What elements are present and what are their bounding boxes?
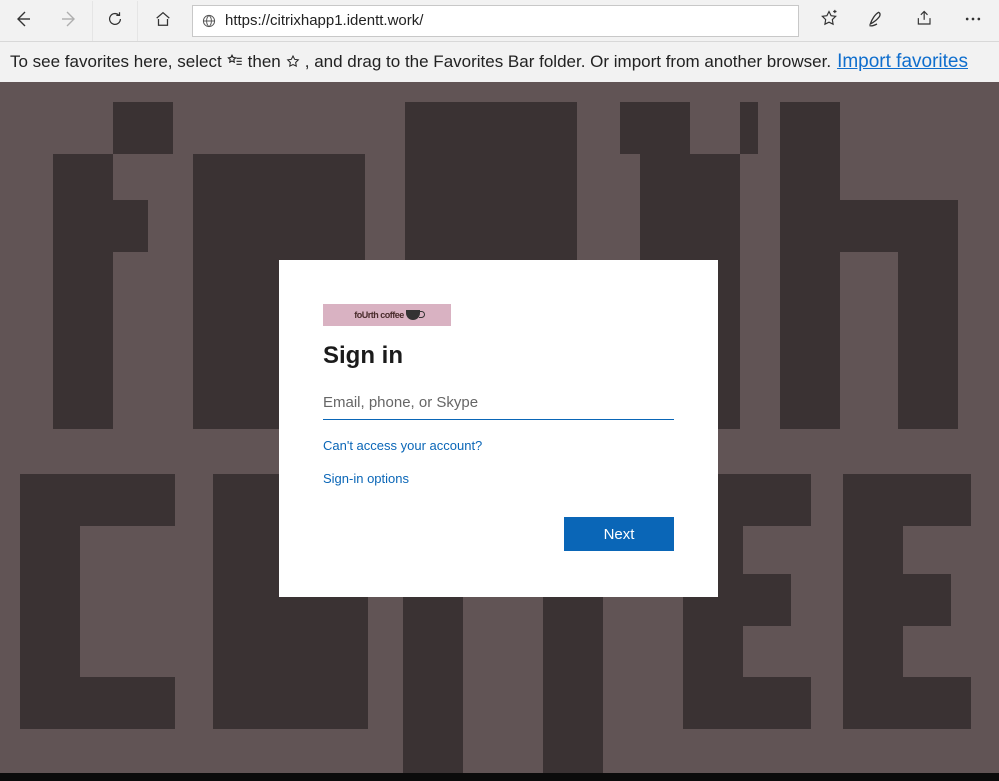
favorites-button[interactable]	[805, 1, 853, 41]
globe-icon	[201, 13, 217, 29]
signin-card: foUrth coffee Sign in Can't access your …	[279, 260, 718, 597]
back-button[interactable]	[0, 1, 46, 41]
refresh-icon	[106, 10, 124, 31]
cant-access-link[interactable]: Can't access your account?	[323, 438, 482, 453]
refresh-button[interactable]	[92, 1, 138, 41]
pen-icon	[867, 9, 887, 32]
browser-toolbar	[0, 0, 999, 42]
star-icon	[285, 54, 301, 70]
home-icon	[154, 10, 172, 31]
signin-options-link[interactable]: Sign-in options	[323, 471, 409, 486]
star-list-icon	[226, 53, 244, 71]
favbar-text-b: then	[248, 52, 281, 72]
more-icon	[963, 9, 983, 32]
star-add-icon	[819, 9, 839, 32]
page-footer-bar	[0, 773, 999, 781]
favbar-text-a: To see favorites here, select	[10, 52, 222, 72]
signin-title: Sign in	[323, 342, 674, 370]
coffee-cup-icon	[406, 310, 420, 320]
notes-button[interactable]	[853, 1, 901, 41]
more-button[interactable]	[949, 1, 997, 41]
share-icon	[915, 9, 935, 32]
url-input[interactable]	[225, 12, 790, 29]
brand-logo: foUrth coffee	[323, 304, 451, 326]
page-content: foUrth coffee Sign in Can't access your …	[0, 82, 999, 781]
forward-button[interactable]	[46, 1, 92, 41]
favbar-text-c: , and drag to the Favorites Bar folder. …	[305, 52, 831, 72]
favorites-bar: To see favorites here, select then , and…	[0, 42, 999, 82]
home-button[interactable]	[140, 1, 186, 41]
arrow-right-icon	[59, 9, 79, 32]
toolbar-right	[805, 1, 997, 41]
import-favorites-link[interactable]: Import favorites	[837, 51, 968, 73]
share-button[interactable]	[901, 1, 949, 41]
next-button[interactable]: Next	[564, 517, 674, 551]
address-bar[interactable]	[192, 5, 799, 37]
brand-logo-text: foUrth coffee	[354, 310, 404, 320]
email-field[interactable]	[323, 388, 674, 420]
arrow-left-icon	[13, 9, 33, 32]
